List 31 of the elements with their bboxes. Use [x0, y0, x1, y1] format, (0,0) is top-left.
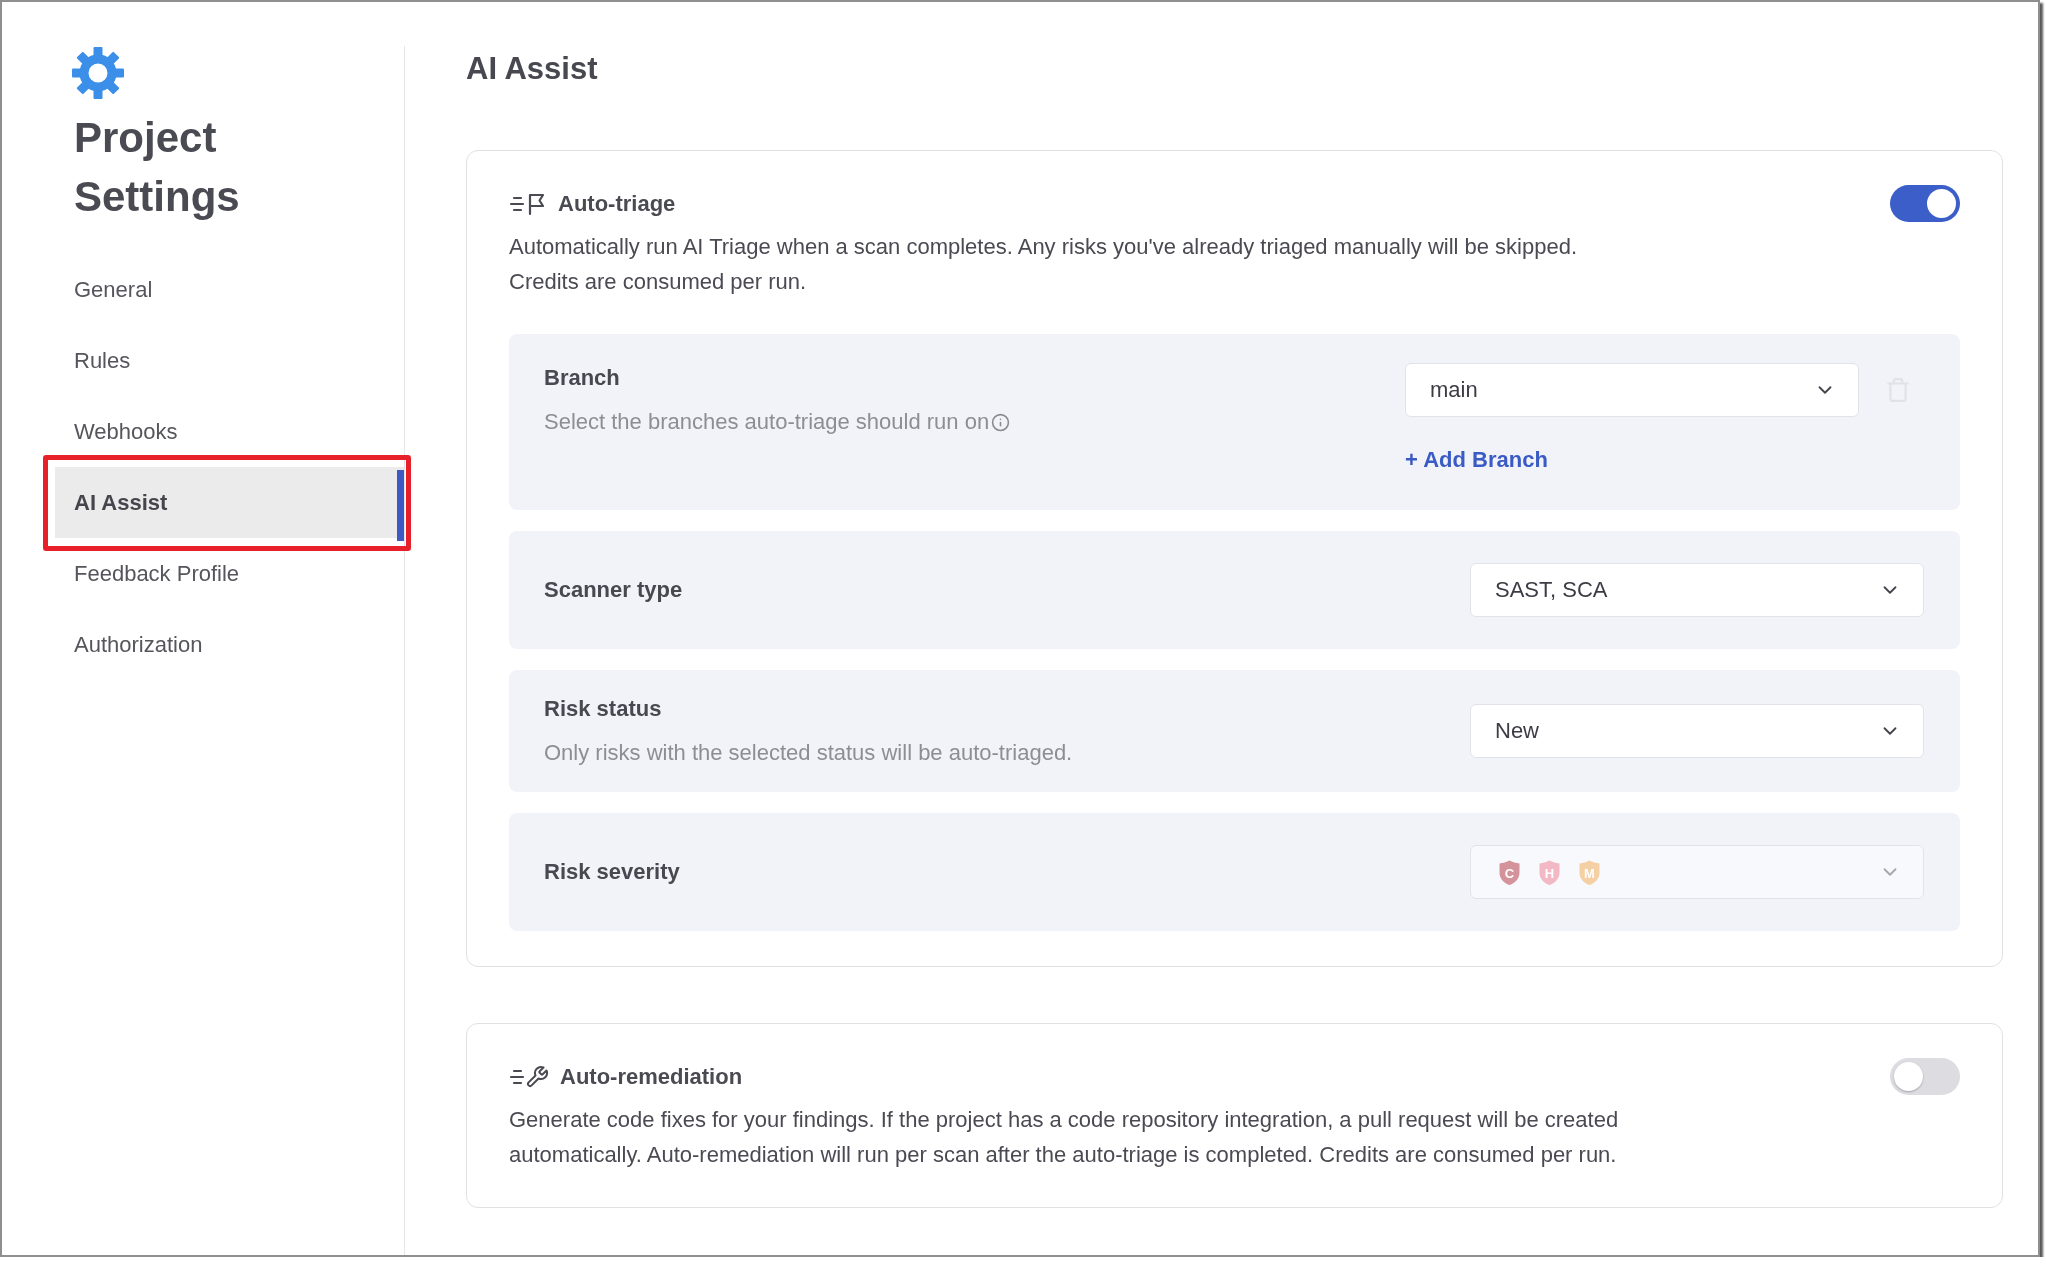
flag-icon [509, 191, 547, 216]
sidebar-item[interactable]: Webhooks [55, 396, 404, 467]
setting-hint: Only risks with the selected status will be auto-triaged. [544, 739, 1073, 767]
gear-icon [71, 46, 125, 100]
section-title: Auto-triage [558, 189, 676, 218]
info-icon [991, 412, 1011, 432]
dropdown-select[interactable]: main [1405, 363, 1859, 417]
dropdown-select[interactable]: New [1470, 704, 1924, 758]
setting-label: Branch [544, 364, 621, 392]
setting-label: Scanner type [544, 576, 683, 604]
shield-icon: H [1538, 858, 1561, 886]
toggle-switch[interactable] [1890, 185, 1960, 222]
section-title: Auto-remediation [560, 1062, 743, 1091]
add-branch-link[interactable]: + Add Branch [1405, 445, 1548, 475]
sidebar-item[interactable]: General [55, 254, 404, 325]
sidebar-item[interactable]: Rules [55, 325, 404, 396]
sidebar-item[interactable]: Feedback Profile [55, 538, 404, 609]
wrench-icon [509, 1064, 549, 1089]
shield-icon: C [1498, 858, 1521, 886]
sidebar-item[interactable]: AI Assist [55, 467, 404, 538]
dropdown-select[interactable]: SAST, SCA [1470, 563, 1924, 617]
section-description: Automatically run AI Triage when a scan completes. Any risks you've already triaged manually will be skipped. Credits are consumed per run. [509, 233, 1579, 296]
setting-hint: Select the branches auto-triage should run on [544, 408, 990, 436]
sidebar-title: Project Settings [74, 113, 241, 222]
toggle-switch[interactable] [1890, 1058, 1960, 1095]
sidebar-item[interactable]: Authorization [55, 609, 404, 680]
page-title: AI Assist [466, 50, 599, 88]
setting-label: Risk status [544, 695, 663, 723]
section-description: Generate code fixes for your findings. If the project has a code repository integration, a pull request will be created automatically. Auto-remediation will run per scan after the auto-triage is completed. Credits are consumed per run. [509, 1106, 1620, 1169]
shield-icon: M [1578, 858, 1601, 886]
setting-label: Risk severity [544, 858, 680, 886]
